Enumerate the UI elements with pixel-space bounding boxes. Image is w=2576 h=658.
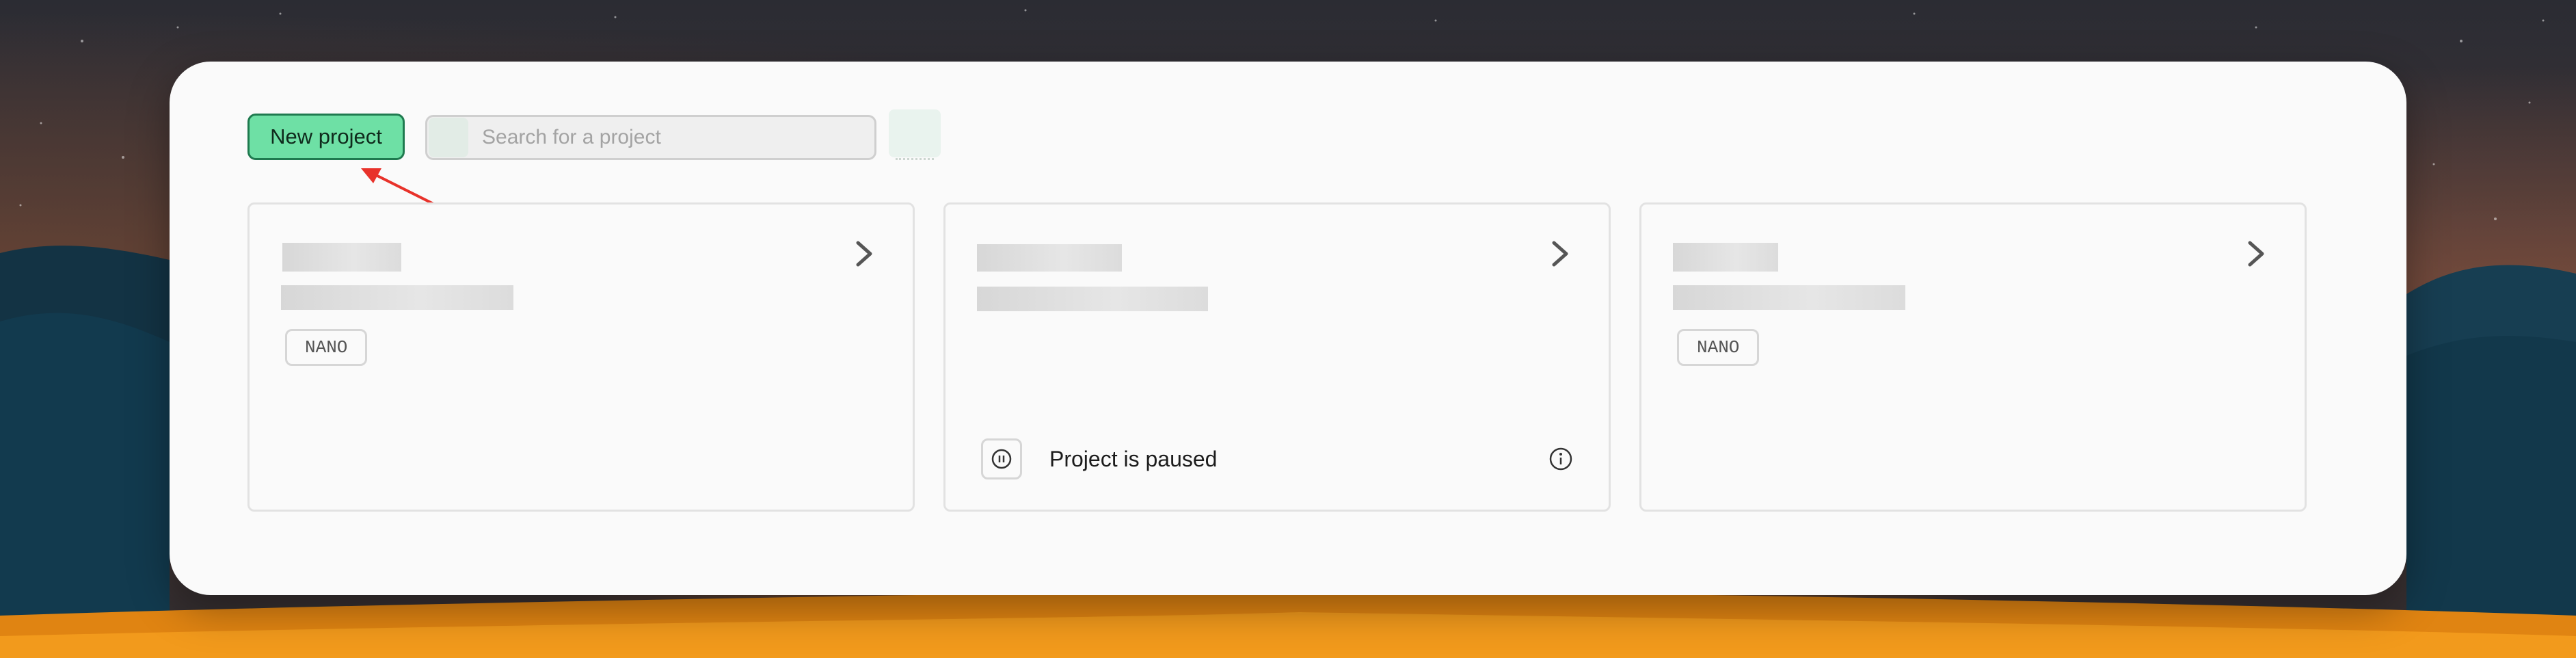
project-region-placeholder — [1673, 285, 1905, 310]
paused-status-text: Project is paused — [1049, 446, 1218, 471]
project-card[interactable]: NANO — [1639, 202, 2307, 512]
project-name-placeholder — [977, 244, 1122, 272]
tier-badge: NANO — [285, 329, 368, 366]
tier-badge: NANO — [1677, 329, 1760, 366]
project-card-paused[interactable]: Project is paused — [943, 202, 1611, 512]
project-card[interactable]: NANO — [247, 202, 915, 512]
new-project-button[interactable]: New project — [247, 114, 405, 160]
projects-panel: New project NANO — [170, 62, 2406, 595]
pause-icon — [981, 438, 1022, 479]
project-name-placeholder — [1673, 243, 1778, 272]
search-input[interactable] — [481, 125, 866, 150]
chevron-right-icon[interactable] — [2246, 240, 2266, 267]
new-project-label: New project — [270, 124, 382, 148]
project-name-placeholder — [282, 243, 401, 272]
search-icon — [429, 118, 468, 157]
filter-button[interactable] — [889, 109, 941, 160]
chevron-right-icon[interactable] — [854, 240, 874, 267]
search-field[interactable] — [425, 115, 876, 160]
chevron-right-icon[interactable] — [1550, 240, 1570, 267]
project-region-placeholder — [281, 285, 513, 310]
info-icon[interactable] — [1547, 445, 1574, 473]
tier-label: NANO — [305, 337, 348, 358]
tier-label: NANO — [1697, 337, 1740, 358]
paused-status-row: Project is paused — [981, 438, 1574, 479]
filter-underline — [896, 158, 934, 160]
project-region-placeholder — [977, 287, 1208, 311]
